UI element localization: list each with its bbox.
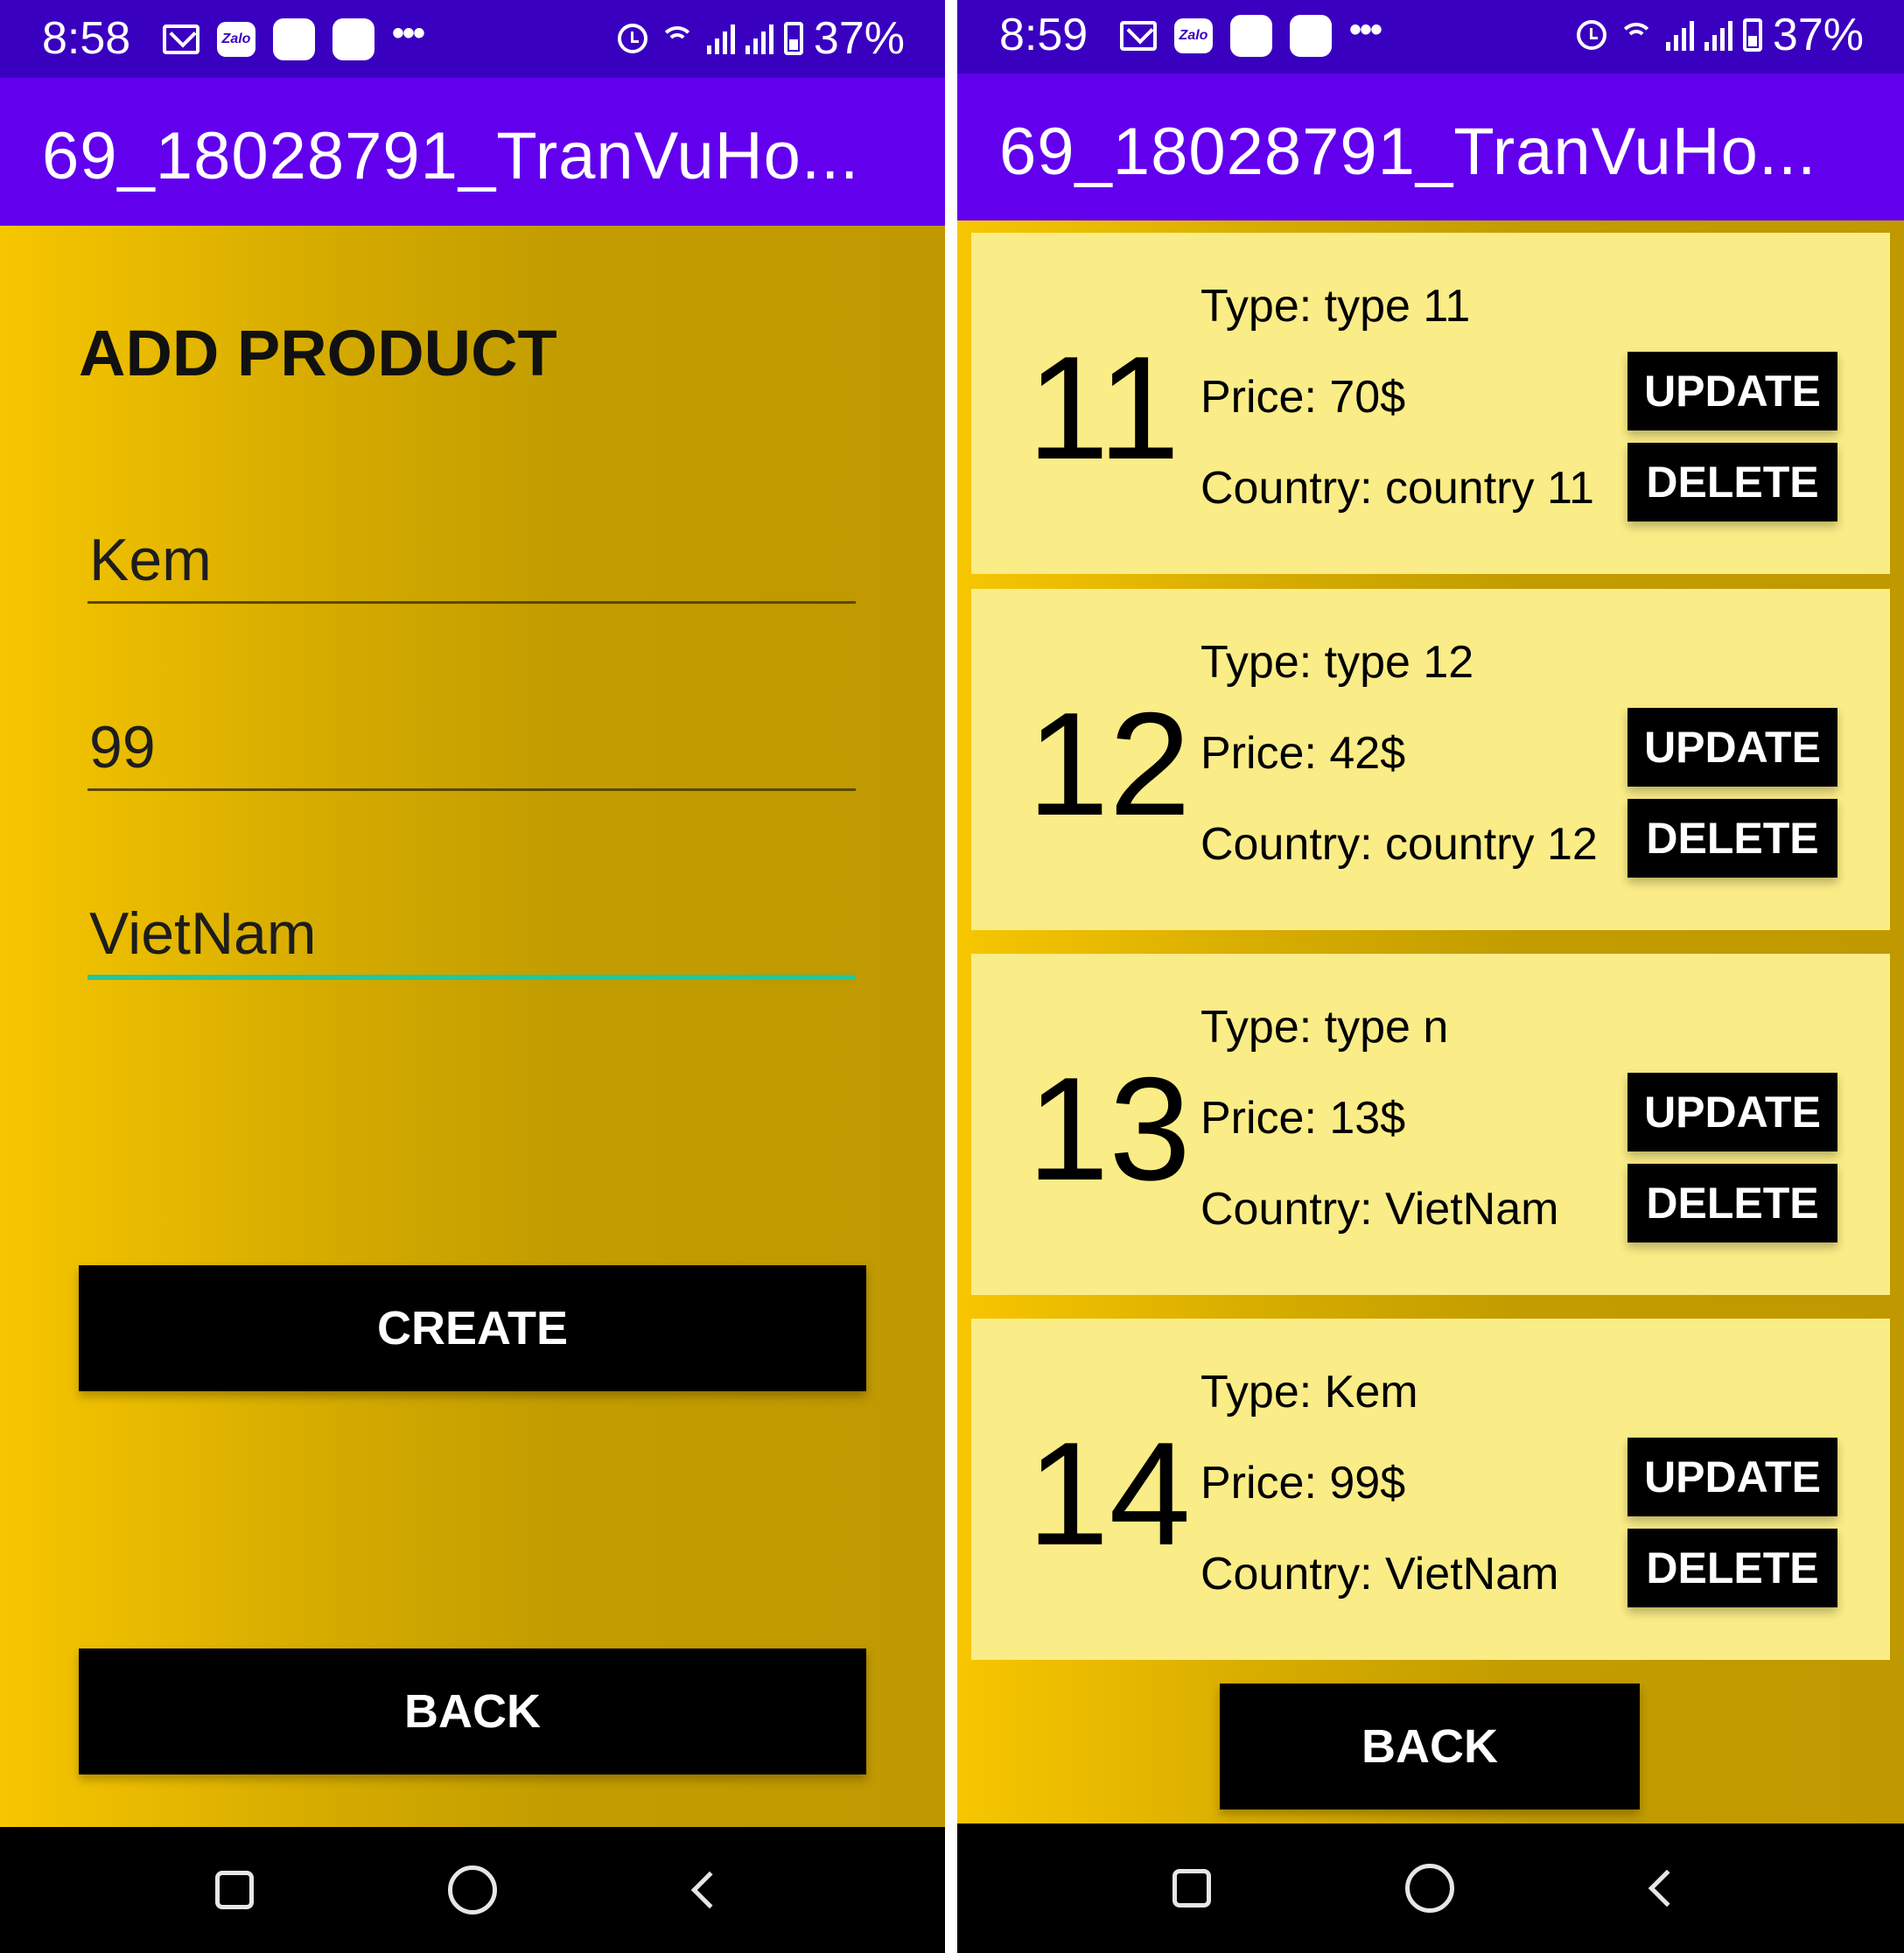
status-time: 8:59	[999, 10, 1088, 60]
alarm-icon	[1576, 20, 1606, 50]
product-card: 12 Type: type 12 Price: 42$ Country: cou…	[971, 589, 1890, 930]
product-price: Price: 13$	[1200, 1093, 1406, 1144]
product-card: 11 Type: type 11 Price: 70$ Country: cou…	[971, 233, 1890, 574]
system-icons: 37%	[617, 13, 905, 64]
product-price-field[interactable]: 99	[88, 712, 856, 791]
gmail-icon	[163, 24, 200, 54]
navigation-bar	[0, 1827, 945, 1953]
update-button[interactable]: UPDATE	[1628, 352, 1838, 430]
product-type: Type: type n	[1200, 1002, 1449, 1053]
back-icon[interactable]	[690, 1871, 729, 1909]
battery-icon	[1742, 18, 1762, 52]
navigation-bar	[957, 1824, 1904, 1953]
back-button[interactable]: BACK	[1220, 1684, 1640, 1810]
update-button[interactable]: UPDATE	[1628, 708, 1838, 787]
home-icon[interactable]	[448, 1866, 497, 1914]
product-card: 14 Type: Kem Price: 99$ Country: VietNam…	[971, 1319, 1890, 1660]
product-country: Country: VietNam	[1200, 1184, 1559, 1235]
product-type-field[interactable]: Kem	[88, 525, 856, 604]
app-icon	[273, 18, 315, 60]
signal-icon	[1704, 19, 1732, 51]
product-price: Price: 99$	[1200, 1458, 1406, 1508]
wifi-icon	[1617, 19, 1656, 51]
product-type: Type: Kem	[1200, 1367, 1418, 1418]
app-icon	[1230, 15, 1272, 57]
recent-apps-icon[interactable]	[1172, 1869, 1211, 1908]
update-button[interactable]: UPDATE	[1628, 1438, 1838, 1516]
product-id: 12	[1027, 682, 1191, 846]
page-title: ADD PRODUCT	[79, 317, 557, 389]
add-product-screen: 8:58 Zalo ••• 37% 69_18028791_TranVuHo..…	[0, 0, 945, 1953]
product-price-value: 99	[89, 714, 156, 780]
recent-apps-icon[interactable]	[215, 1871, 254, 1909]
app-icon	[332, 18, 374, 60]
product-id: 14	[1027, 1411, 1191, 1576]
product-country: Country: country 11	[1200, 463, 1594, 514]
battery-icon	[783, 22, 803, 55]
battery-percent: 37%	[1772, 10, 1864, 60]
product-type-value: Kem	[89, 527, 212, 593]
product-id: 13	[1027, 1046, 1191, 1211]
product-card: 13 Type: type n Price: 13$ Country: Viet…	[971, 954, 1890, 1295]
status-bar: 8:58 Zalo ••• 37%	[0, 0, 945, 78]
app-icon	[1290, 15, 1332, 57]
status-bar: 8:59 Zalo ••• 37%	[957, 0, 1904, 74]
app-bar: 69_18028791_TranVuHo...	[0, 78, 945, 226]
app-title: 69_18028791_TranVuHo...	[42, 119, 860, 193]
delete-button[interactable]: DELETE	[1628, 1164, 1838, 1242]
battery-percent: 37%	[813, 13, 905, 64]
more-icon: •••	[392, 14, 425, 52]
back-icon[interactable]	[1648, 1869, 1686, 1908]
app-bar: 69_18028791_TranVuHo...	[957, 74, 1904, 220]
home-icon[interactable]	[1405, 1864, 1454, 1913]
delete-button[interactable]: DELETE	[1628, 1529, 1838, 1607]
product-type: Type: type 12	[1200, 637, 1474, 688]
notification-icons: Zalo •••	[1120, 12, 1382, 57]
signal-icon	[1665, 19, 1694, 51]
gmail-icon	[1120, 21, 1157, 51]
signal-icon	[706, 23, 735, 54]
product-price: Price: 42$	[1200, 728, 1406, 779]
alarm-icon	[617, 24, 648, 53]
more-icon: •••	[1349, 10, 1382, 49]
product-price: Price: 70$	[1200, 372, 1406, 423]
notification-icons: Zalo •••	[163, 14, 425, 60]
zalo-icon: Zalo	[1174, 18, 1213, 53]
product-country-value: VietNam	[89, 900, 317, 967]
signal-icon	[745, 23, 774, 54]
wifi-icon	[658, 23, 696, 54]
delete-button[interactable]: DELETE	[1628, 799, 1838, 878]
product-list-screen: 8:59 Zalo ••• 37% 69_18028791_TranVuHo..…	[957, 0, 1904, 1953]
system-icons: 37%	[1576, 10, 1864, 60]
update-button[interactable]: UPDATE	[1628, 1073, 1838, 1152]
app-title: 69_18028791_TranVuHo...	[999, 115, 1817, 189]
delete-button[interactable]: DELETE	[1628, 443, 1838, 522]
status-time: 8:58	[42, 13, 131, 64]
product-country: Country: country 12	[1200, 819, 1598, 870]
create-button[interactable]: CREATE	[79, 1265, 866, 1391]
product-country-field[interactable]: VietNam	[88, 900, 856, 980]
back-button[interactable]: BACK	[79, 1648, 866, 1774]
product-id: 11	[1027, 326, 1180, 490]
product-country: Country: VietNam	[1200, 1549, 1559, 1600]
product-type: Type: type 11	[1200, 281, 1471, 332]
zalo-icon: Zalo	[217, 22, 256, 57]
